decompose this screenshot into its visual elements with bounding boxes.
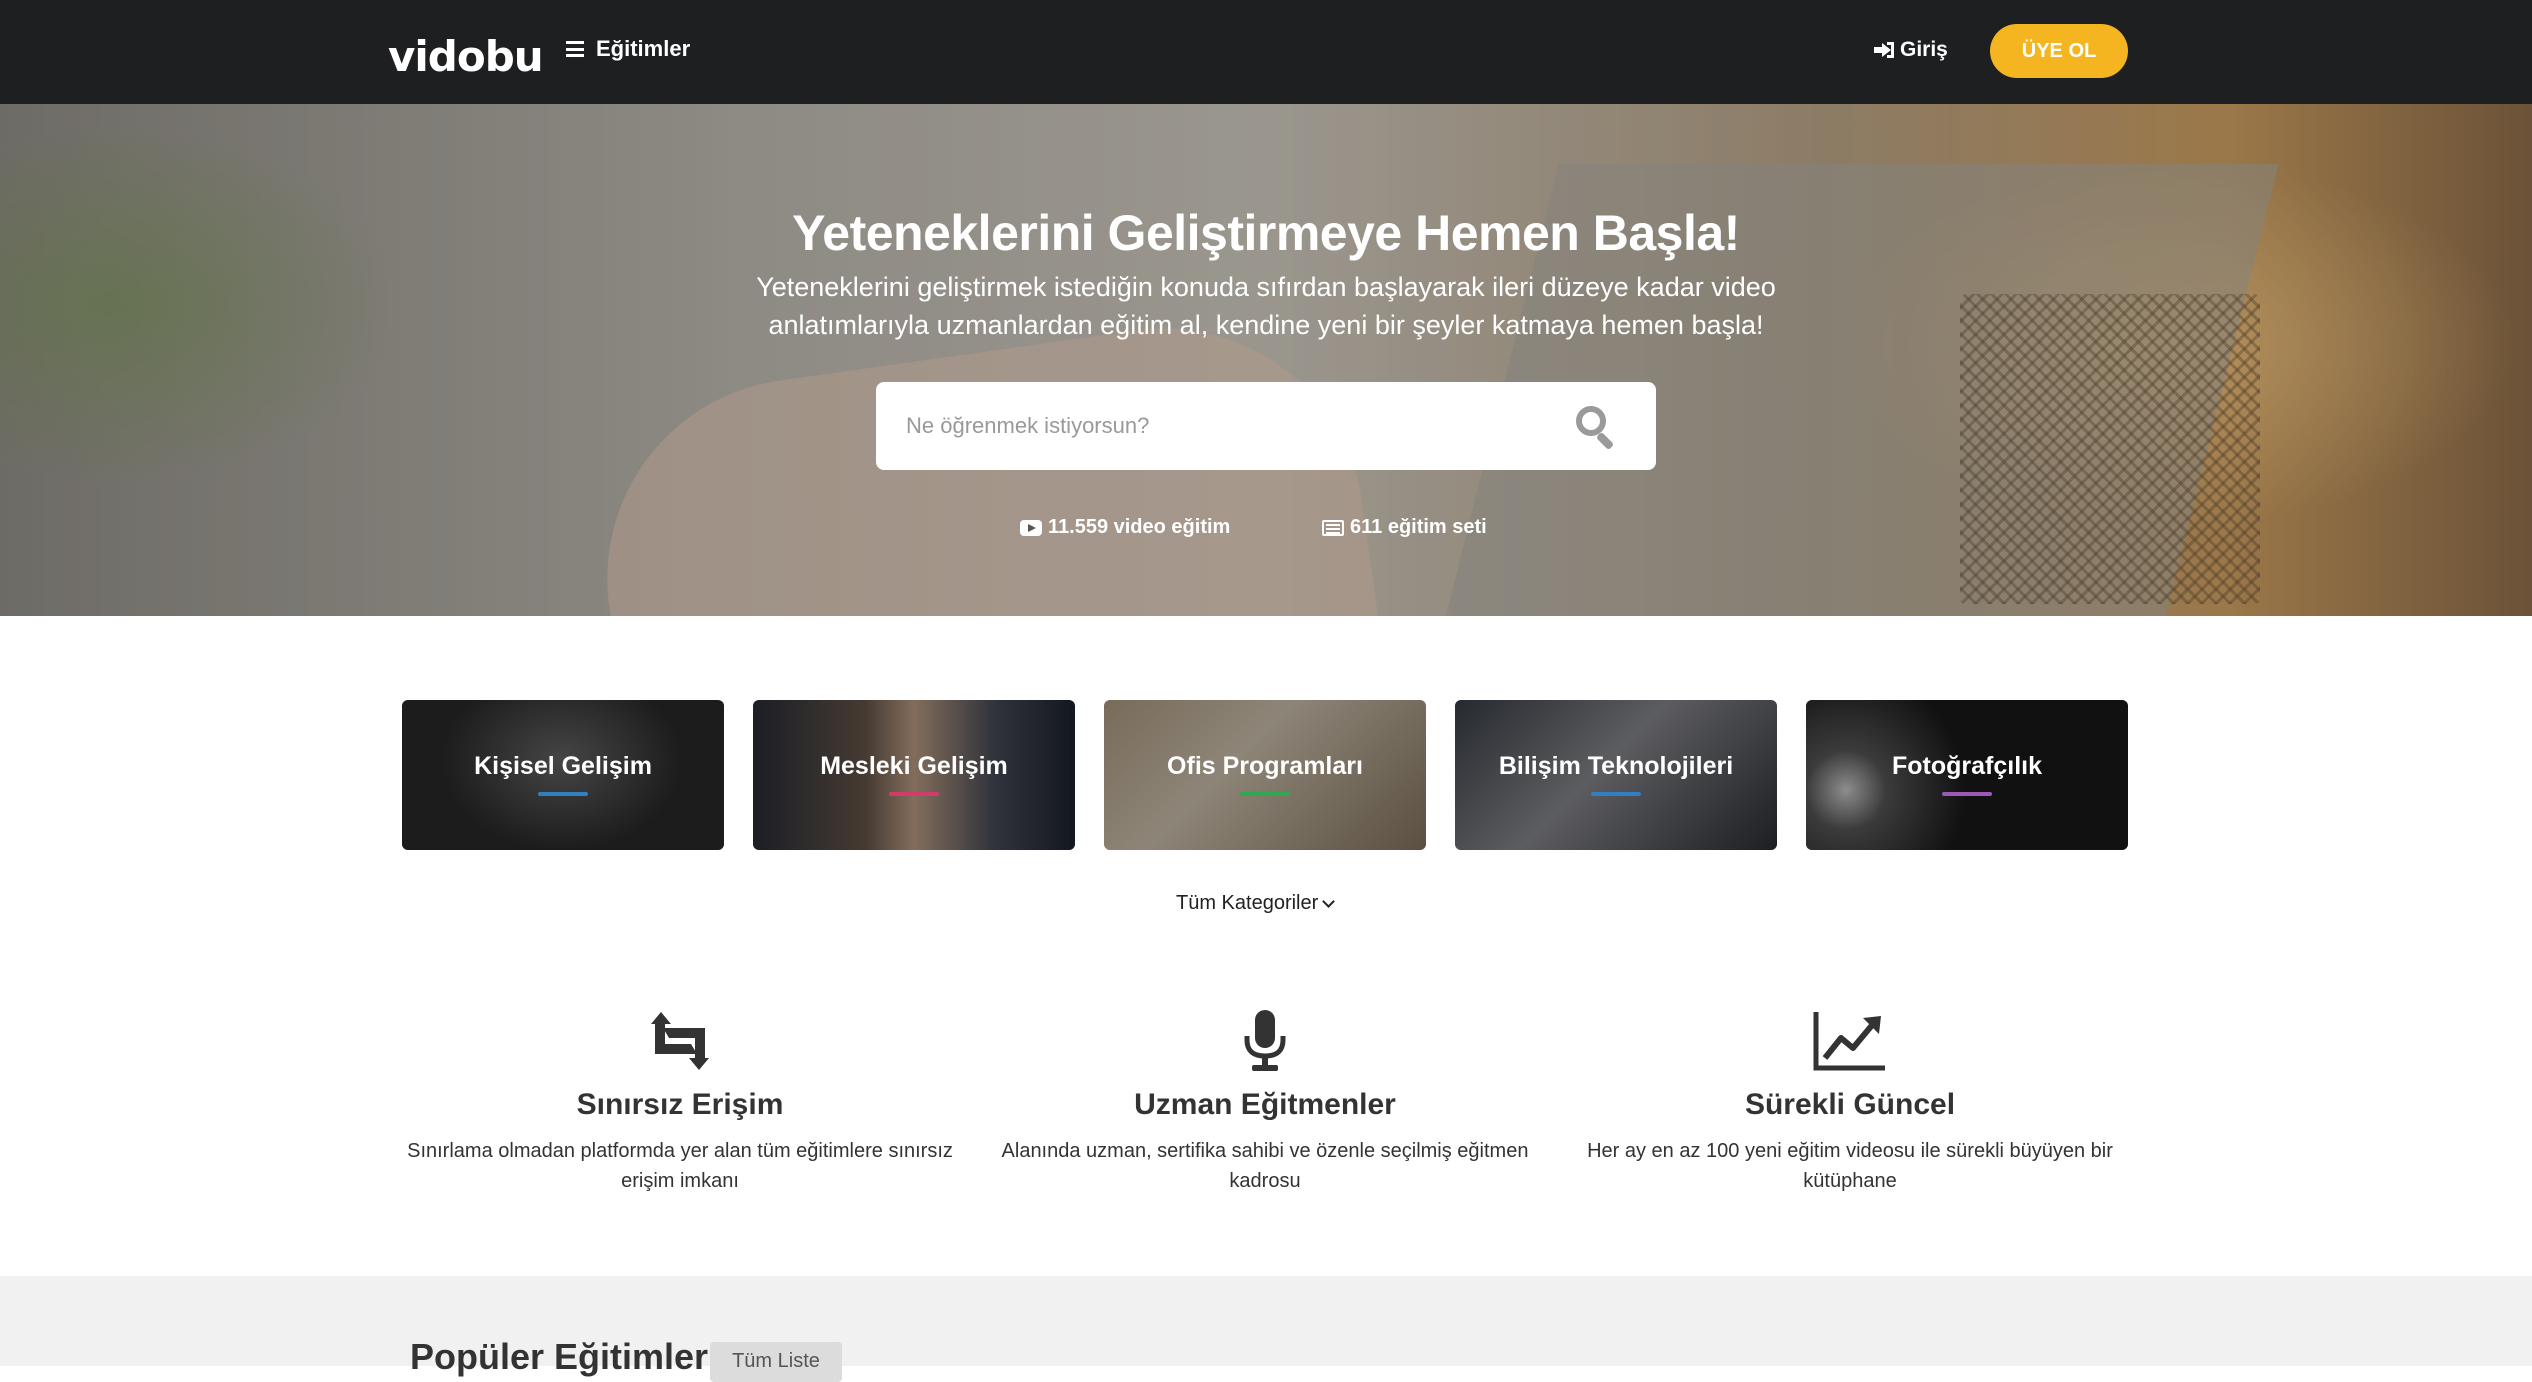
logo-wordmark: vidobu — [388, 32, 544, 81]
set-count-label: 611 eğitim seti — [1350, 516, 1487, 538]
all-categories-label: Tüm Kategoriler — [1176, 892, 1319, 914]
video-count-label: 11.559 video eğitim — [1048, 516, 1231, 538]
popular-courses-title: Popüler Eğitimler — [410, 1336, 709, 1377]
category-card-office-programs[interactable]: Ofis Programları — [1104, 700, 1426, 850]
category-card-information-technologies[interactable]: Bilişim Teknolojileri — [1455, 700, 1777, 850]
search-input[interactable] — [906, 408, 1546, 444]
category-label: Mesleki Gelişim — [820, 752, 1008, 780]
hero-title: Yeteneklerini Geliştirmeye Hemen Başla! — [792, 205, 1740, 261]
feature-unlimited-access: Sınırsız Erişim Sınırlama olmadan platfo… — [400, 1010, 960, 1196]
category-card-personal-development[interactable]: Kişisel Gelişim — [402, 700, 724, 850]
feature-title: Uzman Eğitmenler — [1134, 1088, 1396, 1121]
feature-title: Sınırsız Erişim — [576, 1088, 784, 1121]
line-chart-icon — [1813, 1010, 1887, 1072]
login-link[interactable]: Giriş — [1874, 38, 1948, 62]
video-count-stat: 11.559 video eğitim — [1020, 516, 1230, 539]
category-card-photography[interactable]: Fotoğrafçılık — [1806, 700, 2128, 850]
category-accent-bar — [538, 792, 588, 796]
hero-banner: Yeteneklerini Geliştirmeye Hemen Başla! … — [0, 104, 2532, 616]
courses-menu-label: Eğitimler — [596, 36, 691, 61]
set-count-stat: 611 eğitim seti — [1322, 516, 1487, 539]
full-list-button[interactable]: Tüm Liste — [710, 1342, 842, 1382]
category-label: Ofis Programları — [1167, 752, 1363, 780]
vidobu-logo[interactable]: vidobu — [388, 22, 544, 82]
list-icon — [1322, 519, 1344, 536]
category-accent-bar — [1942, 792, 1992, 796]
category-label: Fotoğrafçılık — [1891, 752, 2042, 780]
hero-overlay — [0, 104, 2532, 616]
hero-subtitle: Yeteneklerini geliştirmek istediğin konu… — [756, 272, 1776, 340]
category-label: Bilişim Teknolojileri — [1498, 752, 1734, 780]
category-accent-bar — [889, 792, 939, 796]
signup-button[interactable]: ÜYE OL — [1990, 24, 2128, 78]
search-box — [876, 382, 1656, 470]
hamburger-icon — [566, 41, 584, 57]
category-card-professional-development[interactable]: Mesleki Gelişim — [753, 700, 1075, 850]
feature-text: Alanında uzman, sertifika sahibi ve özen… — [1001, 1140, 1529, 1192]
popular-courses-section: Popüler Eğitimler Tüm Liste — [0, 1276, 2532, 1382]
category-label: Kişisel Gelişim — [474, 752, 652, 780]
login-label: Giriş — [1900, 38, 1948, 61]
feature-text: Her ay en az 100 yeni eğitim videosu ile… — [1587, 1140, 2113, 1192]
youtube-icon — [1020, 519, 1042, 536]
sign-in-icon — [1874, 41, 1894, 59]
all-categories-link[interactable]: Tüm Kategoriler — [1176, 892, 1336, 915]
feature-text: Sınırlama olmadan platformda yer alan tü… — [407, 1140, 953, 1192]
feature-title: Sürekli Güncel — [1744, 1088, 1956, 1121]
feature-expert-instructors: Uzman Eğitmenler Alanında uzman, sertifi… — [985, 1010, 1545, 1196]
retweet-icon — [645, 1010, 715, 1072]
top-navbar: vidobu Eğitimler Giriş ÜYE OL — [0, 0, 2532, 104]
category-accent-bar — [1591, 792, 1641, 796]
category-accent-bar — [1240, 792, 1290, 796]
chevron-down-icon — [1322, 894, 1336, 908]
courses-menu-button[interactable]: Eğitimler — [566, 36, 690, 62]
feature-always-updated: Sürekli Güncel Her ay en az 100 yeni eği… — [1570, 1010, 2130, 1196]
microphone-icon — [1242, 1010, 1288, 1072]
search-icon[interactable] — [1572, 402, 1620, 451]
